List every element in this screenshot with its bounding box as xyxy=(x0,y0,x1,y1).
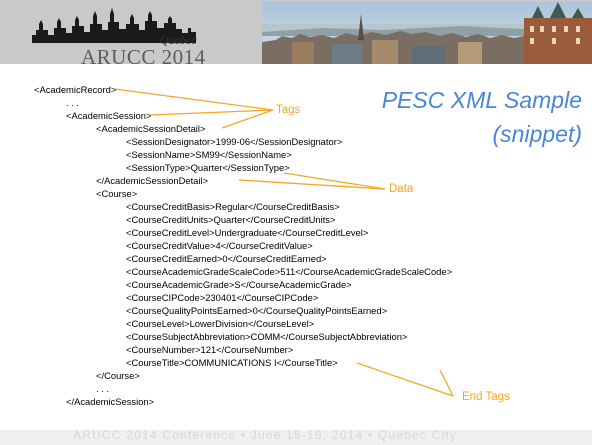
code-line: <AcademicRecord> xyxy=(34,84,117,95)
logo-org-text: ARUCC 2014 xyxy=(81,45,206,69)
code-line: <CourseAcademicGrade>S</CourseAcademicGr… xyxy=(126,279,352,290)
code-line: <CourseSubjectAbbreviation>COMM</CourseS… xyxy=(126,331,408,342)
code-line: </AcademicSessionDetail> xyxy=(96,175,209,186)
slide-title: PESC XML Sample (snippet) xyxy=(382,83,582,151)
code-line: <AcademicSession> xyxy=(66,110,152,121)
header-banner: Quebec ARUCC 2014 xyxy=(0,0,592,69)
city-photo xyxy=(262,2,592,64)
slide-title-line2: (snippet) xyxy=(492,121,582,147)
code-line: <SessionType>Quarter</SessionType> xyxy=(126,162,290,173)
code-line: <CourseTitle>COMMUNICATIONS I</CourseTit… xyxy=(126,357,338,368)
code-line: . . . xyxy=(96,383,110,394)
slide: Quebec ARUCC 2014 PESC XML Sample (snipp… xyxy=(0,0,592,445)
code-line: <SessionDesignator>1999-06</SessionDesig… xyxy=(126,136,343,147)
code-line: </AcademicSession> xyxy=(66,396,155,407)
slide-title-line1: PESC XML Sample xyxy=(381,87,582,113)
code-line: <SessionName>SM99</SessionName> xyxy=(126,149,292,160)
code-line: . . . xyxy=(66,97,80,108)
code-line: <CourseQualityPointsEarned>0</CourseQual… xyxy=(126,305,388,316)
code-line: <Course> xyxy=(96,188,138,199)
code-line: <CourseCreditBasis>Regular</CourseCredit… xyxy=(126,201,340,212)
annotation-tags: Tags xyxy=(276,104,301,116)
annotation-end-tags: End Tags xyxy=(462,391,510,403)
code-line: <CourseCreditEarned>0</CourseCreditEarne… xyxy=(126,253,327,264)
code-line: <CourseCIPCode>230401</CourseCIPCode> xyxy=(126,292,319,303)
code-line: </Course> xyxy=(96,370,140,381)
code-line: <CourseLevel>LowerDivision</CourseLevel> xyxy=(126,318,315,329)
code-line: <AcademicSessionDetail> xyxy=(96,123,206,134)
code-line: <CourseNumber>121</CourseNumber> xyxy=(126,344,294,355)
footer-bar: ARUCC 2014 Conference • June 15-18, 2014… xyxy=(0,428,592,445)
code-line: <CourseCreditValue>4</CourseCreditValue> xyxy=(126,240,313,251)
footer-text: ARUCC 2014 Conference • June 15-18, 2014… xyxy=(73,428,458,442)
code-line: <CourseCreditUnits>Quarter</CourseCredit… xyxy=(126,214,336,225)
code-line: <CourseCreditLevel>Undergraduate</Course… xyxy=(126,227,369,238)
arucc-logo: Quebec ARUCC 2014 xyxy=(24,2,216,69)
code-line: <CourseAcademicGradeScaleCode>511</Cours… xyxy=(126,266,453,277)
annotation-data: Data xyxy=(389,183,414,195)
